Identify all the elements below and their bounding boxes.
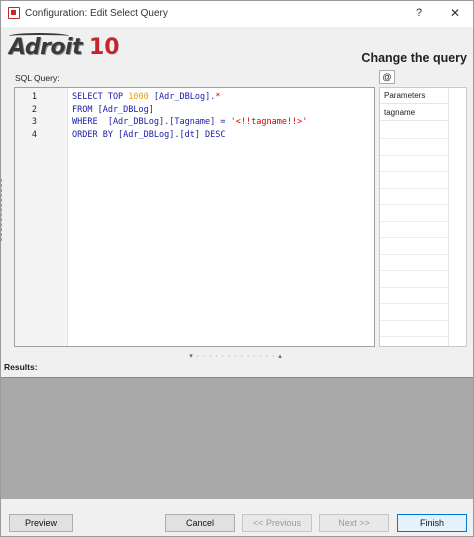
params-grid-line: [380, 253, 448, 255]
parameters-header: Parameters: [380, 88, 448, 104]
splitter-grip[interactable]: ▾ · · · · · · · · · · · · · ▴: [171, 352, 301, 360]
params-grid-line: [380, 303, 448, 304]
insert-parameter-button[interactable]: @: [379, 70, 395, 84]
code-token: WHERE [Adr_DBLog].[Tagname] =: [72, 117, 231, 127]
code-token: ORDER BY [Adr_DBLog].[dt] DESC: [72, 129, 226, 140]
code-token: [Adr_DBLog].: [148, 92, 216, 102]
line-number: 3: [31, 117, 37, 127]
params-grid-line: [380, 187, 448, 189]
page-heading: Change the query: [361, 51, 467, 65]
window-title: Configuration: Edit Select Query: [25, 8, 168, 19]
code-token: SELECT TOP: [72, 92, 129, 102]
logo-word: Adroit: [9, 35, 83, 60]
params-column-divider: [448, 88, 449, 346]
params-grid-line: [380, 336, 448, 337]
parameters-panel: Parameters tagname: [379, 87, 467, 347]
app-icon: [8, 7, 20, 19]
params-grid-line: [380, 319, 448, 321]
sql-query-label: SQL Query:: [15, 73, 60, 83]
help-button[interactable]: ?: [411, 5, 427, 21]
line-number: 2: [31, 104, 37, 115]
params-grid-line: [380, 154, 448, 156]
dialog-window: Configuration: Edit Select Query ? ✕ Adr…: [0, 0, 474, 537]
code-token: *: [215, 92, 221, 102]
code-line[interactable]: FROM [Adr_DBLog]: [72, 104, 370, 117]
line-number: 4: [31, 129, 37, 140]
code-line[interactable]: WHERE [Adr_DBLog].[Tagname] = '<!!tagnam…: [72, 116, 370, 129]
previous-button[interactable]: << Previous: [242, 514, 312, 532]
sql-editor[interactable]: 1234 SELECT TOP 1000 [Adr_DBLog].* FROM […: [14, 87, 375, 347]
line-number: 1: [31, 92, 37, 102]
code-token: 1000: [128, 92, 149, 102]
editor-gutter: 1 2 3 4: [15, 88, 68, 346]
params-grid-line: [380, 237, 448, 238]
sql-code[interactable]: SELECT TOP 1000 [Adr_DBLog].* FROM [Adr_D…: [72, 91, 370, 141]
params-grid-line: [380, 270, 448, 271]
code-line[interactable]: SELECT TOP 1000 [Adr_DBLog].*: [72, 91, 370, 104]
cancel-button[interactable]: Cancel: [165, 514, 235, 532]
title-bar: Configuration: Edit Select Query ? ✕: [1, 1, 473, 27]
preview-button[interactable]: Preview: [9, 514, 73, 532]
next-button[interactable]: Next >>: [319, 514, 389, 532]
parameter-row-tagname[interactable]: tagname: [380, 105, 448, 121]
params-grid-line: [380, 220, 448, 222]
results-label: Results:: [4, 362, 38, 372]
left-panel-handle[interactable]: [1, 179, 4, 241]
params-grid-line: [380, 171, 448, 172]
adroit-logo: Adroit 10: [9, 33, 120, 63]
params-grid-line: [380, 286, 448, 288]
code-line[interactable]: ORDER BY [Adr_DBLog].[dt] DESC: [72, 129, 370, 142]
close-button[interactable]: ✕: [447, 5, 463, 21]
line-numbers: 1 2 3 4: [15, 91, 37, 141]
code-token: FROM [Adr_DBLog]: [72, 104, 154, 115]
params-grid-line: [380, 204, 448, 205]
finish-button[interactable]: Finish: [397, 514, 467, 532]
code-token: '<!!tagname!!>': [230, 117, 308, 127]
logo-number: 10: [89, 35, 120, 60]
results-area: [1, 377, 473, 499]
params-grid-line: [380, 138, 448, 139]
